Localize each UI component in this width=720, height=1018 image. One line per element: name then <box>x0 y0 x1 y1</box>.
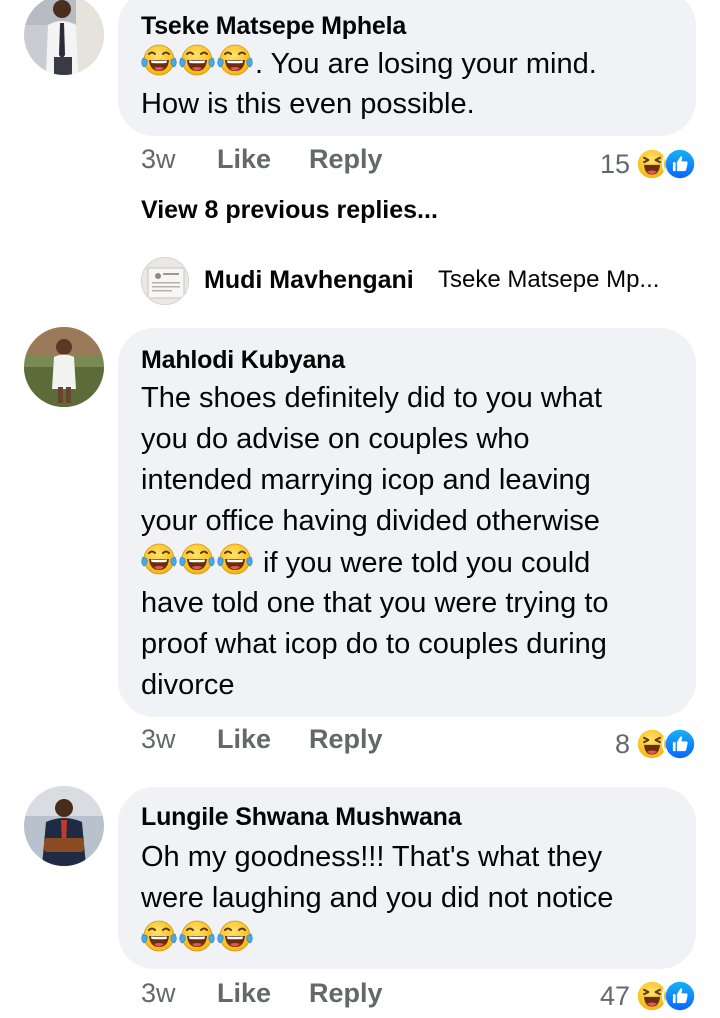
view-previous-replies-link[interactable]: View 8 previous replies... <box>141 196 438 225</box>
comment-text: The shoes definitely did to you what you… <box>141 378 609 706</box>
laughing-tears-emoji-icon <box>179 919 215 955</box>
like-button[interactable]: Like <box>217 144 271 175</box>
like-button[interactable]: Like <box>217 978 271 1009</box>
comment-actions: 3w Like Reply <box>141 144 401 184</box>
comment-text: . You are losing your mind. How is this … <box>141 43 597 125</box>
comment-line: intended marrying icop and leaving <box>141 464 591 496</box>
comment-line: The shoes definitely did to you what <box>141 382 603 414</box>
comment-line: divorce <box>141 669 235 701</box>
comment-author[interactable]: Tseke Matsepe Mphela <box>141 12 406 41</box>
comment-line: Oh my goodness!!! That's what they <box>141 841 603 873</box>
laughing-tears-emoji-icon <box>141 43 177 79</box>
avatar[interactable] <box>24 0 104 75</box>
reply-button[interactable]: Reply <box>309 724 383 755</box>
comment-line: your office having divided otherwise <box>141 505 600 537</box>
reply-button[interactable]: Reply <box>309 978 383 1009</box>
laughing-tears-emoji-icon <box>141 919 177 955</box>
comment-bubble: Mahlodi Kubyana The shoes definitely did… <box>118 328 696 717</box>
comment-line <box>141 919 613 960</box>
reply-snippet: Tseke Matsepe Mp... <box>438 266 660 293</box>
comment-line: were laughing and you did not notice <box>141 882 614 914</box>
like-button[interactable]: Like <box>217 724 271 755</box>
reply-author[interactable]: Mudi Mavhengani <box>204 266 414 295</box>
laughing-tears-emoji-icon <box>141 542 177 578</box>
reaction-count: 15 <box>599 148 630 179</box>
comment-author[interactable]: Mahlodi Kubyana <box>141 346 345 375</box>
comment-line: you do advise on couples who <box>141 423 530 455</box>
comment-line: . You are losing your mind. <box>141 43 597 84</box>
like-reaction-icon <box>662 978 698 1014</box>
reply-button[interactable]: Reply <box>309 144 383 175</box>
like-reaction-icon <box>662 726 698 762</box>
comment-text: Oh my goodness!!! That's what they were … <box>141 837 613 960</box>
reply-preview[interactable]: Mudi Mavhengani Tseke Matsepe Mp... <box>141 256 701 306</box>
reaction-summary[interactable]: 47 <box>600 976 698 1016</box>
comment-author[interactable]: Lungile Shwana Mushwana <box>141 803 462 832</box>
avatar[interactable] <box>24 786 104 866</box>
comment-line: proof what icop do to couples during <box>141 628 607 660</box>
avatar[interactable] <box>141 257 189 305</box>
laughing-tears-emoji-icon <box>217 919 253 955</box>
comment-timestamp[interactable]: 3w <box>141 724 176 755</box>
laughing-tears-emoji-icon <box>179 43 215 79</box>
comment-timestamp[interactable]: 3w <box>141 144 176 175</box>
comment-actions: 3w Like Reply <box>141 724 401 764</box>
comment-bubble: Lungile Shwana Mushwana Oh my goodness!!… <box>118 787 696 969</box>
comment-bubble: Tseke Matsepe Mphela . You are losing yo… <box>118 0 696 136</box>
comment-line: have told one that you were trying to <box>141 587 609 619</box>
laughing-tears-emoji-icon <box>217 43 253 79</box>
comment-line: How is this even possible. <box>141 88 475 120</box>
reaction-summary[interactable]: 8 <box>615 724 698 764</box>
reaction-count: 8 <box>614 728 630 759</box>
reaction-count: 47 <box>599 980 630 1011</box>
comment-line: if you were told you could <box>141 542 609 583</box>
laughing-tears-emoji-icon <box>217 542 253 578</box>
like-reaction-icon <box>662 146 698 182</box>
reaction-summary[interactable]: 15 <box>600 144 698 184</box>
avatar[interactable] <box>24 327 104 407</box>
laughing-tears-emoji-icon <box>179 542 215 578</box>
comment-timestamp[interactable]: 3w <box>141 978 176 1009</box>
comment-actions: 3w Like Reply <box>141 978 401 1018</box>
